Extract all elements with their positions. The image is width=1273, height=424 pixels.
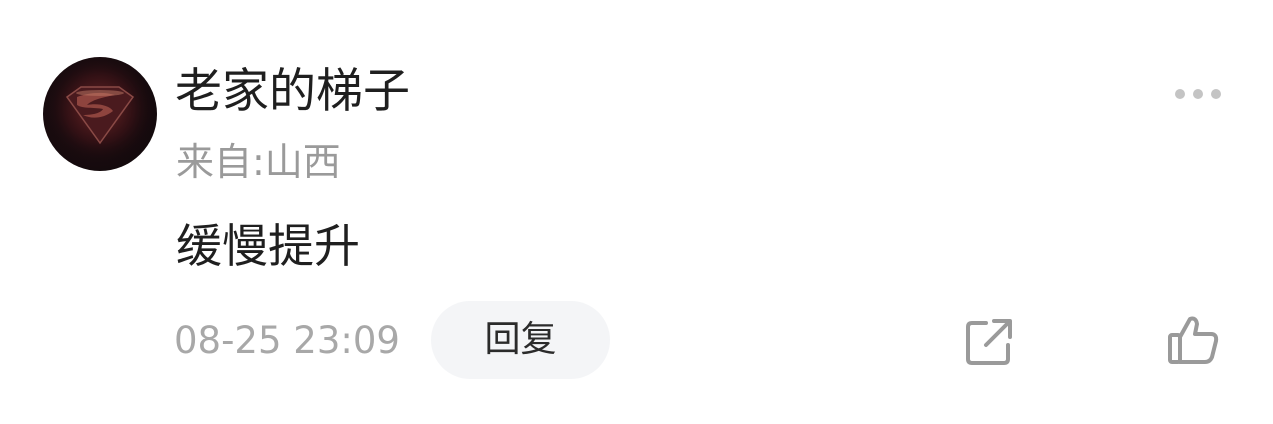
thumbs-up-icon xyxy=(1168,316,1219,364)
comment-item: 老家的梯子 来自:山西 缓慢提升 08-25 23:09 回复 xyxy=(0,0,1273,424)
comment-text: 缓慢提升 xyxy=(176,219,360,273)
more-options-button[interactable] xyxy=(1166,78,1230,110)
more-dots-icon xyxy=(1175,89,1221,99)
avatar[interactable] xyxy=(43,57,157,171)
share-icon xyxy=(966,319,1012,365)
location-label: 来自:山西 xyxy=(176,140,341,184)
like-button[interactable] xyxy=(1163,311,1223,371)
username[interactable]: 老家的梯子 xyxy=(175,62,410,122)
superman-logo-icon xyxy=(43,57,157,171)
share-button[interactable] xyxy=(960,313,1018,371)
reply-button[interactable]: 回复 xyxy=(431,301,610,379)
timestamp: 08-25 23:09 xyxy=(174,319,400,362)
